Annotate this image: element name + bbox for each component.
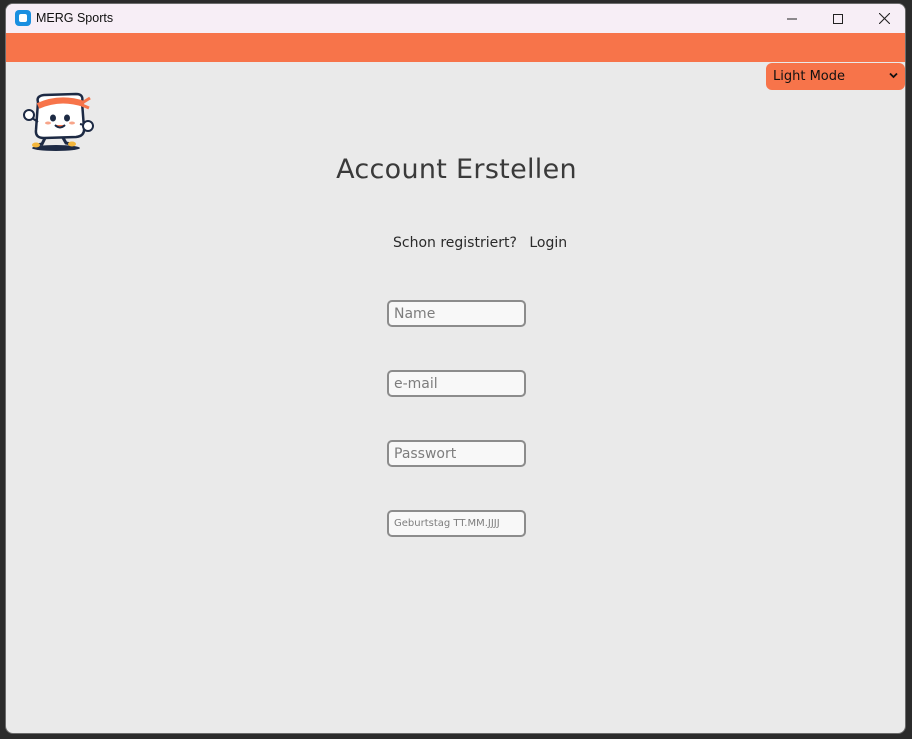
maximize-button[interactable] [815, 4, 861, 33]
chevron-down-icon [889, 72, 898, 79]
birthday-input[interactable] [387, 510, 526, 537]
theme-dropdown-value: Light Mode [773, 69, 845, 84]
minimize-icon [787, 18, 797, 19]
window-title: MERG Sports [36, 11, 114, 25]
mascot-logo [23, 92, 94, 151]
email-input[interactable] [387, 370, 526, 397]
title-bar: MERG Sports [6, 4, 905, 33]
name-input[interactable] [387, 300, 526, 327]
close-button[interactable] [861, 4, 905, 33]
minimize-button[interactable] [769, 4, 815, 33]
page-title: Account Erstellen [336, 154, 577, 185]
header-bar [6, 33, 905, 62]
app-window: MERG Sports Light Mode Account Erstellen… [5, 3, 906, 734]
login-link[interactable]: Login [529, 235, 567, 251]
theme-dropdown[interactable]: Light Mode [766, 63, 905, 90]
maximize-icon [833, 13, 843, 24]
login-prompt: Schon registriert? Login [393, 235, 567, 251]
close-icon [878, 13, 890, 24]
password-input[interactable] [387, 440, 526, 467]
app-icon [15, 10, 31, 26]
already-registered-label: Schon registriert? [393, 235, 517, 251]
